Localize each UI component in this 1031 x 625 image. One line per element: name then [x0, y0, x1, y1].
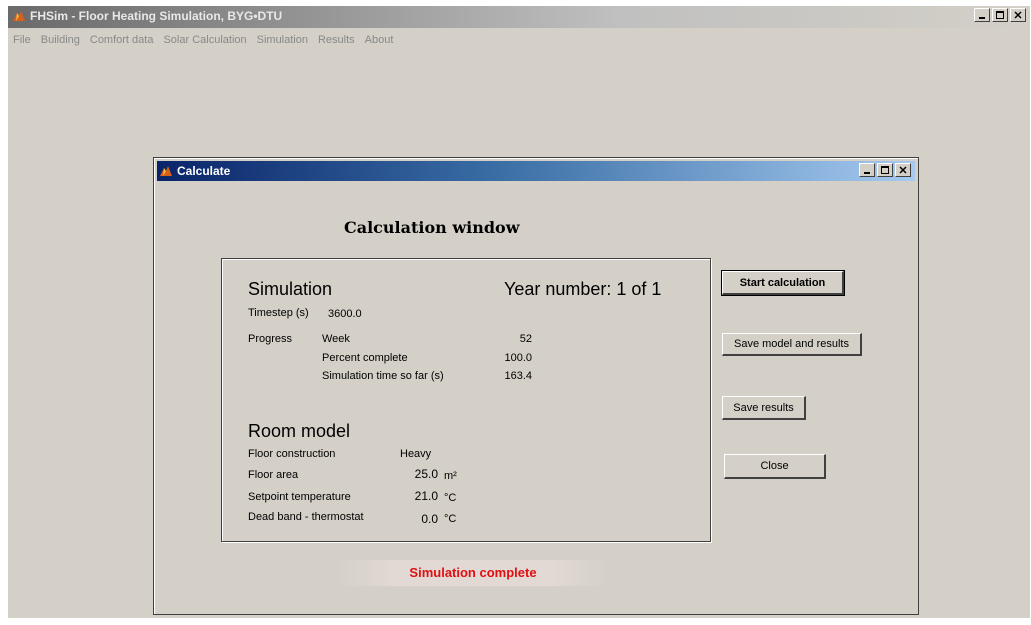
- menu-comfort-data[interactable]: Comfort data: [85, 31, 159, 49]
- save-model-and-results-button[interactable]: Save model and results: [722, 333, 862, 356]
- timestep-label: Timestep (s): [248, 307, 309, 319]
- close-icon[interactable]: [1010, 8, 1026, 22]
- percent-complete-label: Percent complete: [322, 352, 408, 364]
- percent-complete-value: 100.0: [504, 352, 532, 364]
- menu-building[interactable]: Building: [36, 31, 85, 49]
- year-number-label: Year number: 1 of 1: [504, 279, 662, 299]
- menu-solar-calculation[interactable]: Solar Calculation: [158, 31, 251, 49]
- main-window-controls: [974, 8, 1026, 22]
- setpoint-temperature-unit: °C: [444, 492, 457, 504]
- menu-bar: File Building Comfort data Solar Calcula…: [8, 31, 398, 49]
- floor-area-value: 25.0: [414, 467, 438, 481]
- calculate-dialog: Calculate Calculation window Simulation …: [153, 157, 919, 615]
- dead-band-unit: °C: [444, 513, 457, 525]
- floor-construction-label: Floor construction: [248, 448, 336, 460]
- simulation-time-label: Simulation time so far (s): [322, 370, 444, 382]
- simulation-section-title: Simulation: [248, 279, 333, 299]
- floor-area-unit: m²: [444, 470, 457, 482]
- floor-area-label: Floor area: [248, 469, 299, 481]
- floor-construction-value: Heavy: [400, 448, 432, 460]
- menu-simulation[interactable]: Simulation: [252, 31, 313, 49]
- minimize-icon[interactable]: [859, 163, 875, 177]
- main-title-bar[interactable]: FHSim - Floor Heating Simulation, BYG•DT…: [8, 6, 1030, 28]
- minimize-icon[interactable]: [974, 8, 990, 22]
- room-model-section-title: Room model: [248, 421, 351, 441]
- timestep-value: 3600.0: [328, 308, 362, 320]
- close-button[interactable]: Close: [724, 454, 826, 479]
- status-message: Simulation complete: [338, 560, 608, 586]
- maximize-icon[interactable]: [877, 163, 893, 177]
- dead-band-value: 0.0: [421, 512, 438, 526]
- maximize-icon[interactable]: [992, 8, 1008, 22]
- menu-about[interactable]: About: [360, 31, 399, 49]
- dead-band-label: Dead band - thermostat: [248, 511, 364, 523]
- matlab-logo-icon: [159, 164, 173, 178]
- menu-file[interactable]: File: [8, 31, 36, 49]
- dialog-title-bar[interactable]: Calculate: [157, 161, 915, 181]
- matlab-logo-icon: [12, 9, 26, 23]
- menu-results[interactable]: Results: [313, 31, 360, 49]
- calculation-window-heading: Calculation window: [344, 218, 520, 237]
- save-results-button[interactable]: Save results: [722, 396, 806, 420]
- week-value: 52: [519, 333, 532, 345]
- dialog-window-controls: [859, 163, 911, 177]
- dialog-title: Calculate: [177, 164, 231, 178]
- info-panel: Simulation Year number: 1 of 1 Timestep …: [221, 258, 711, 542]
- week-label: Week: [322, 333, 350, 345]
- setpoint-temperature-value: 21.0: [414, 489, 438, 503]
- main-window-title: FHSim - Floor Heating Simulation, BYG•DT…: [30, 9, 283, 23]
- progress-label: Progress: [248, 333, 293, 345]
- simulation-time-value: 163.4: [504, 370, 532, 382]
- setpoint-temperature-label: Setpoint temperature: [248, 491, 351, 503]
- close-icon[interactable]: [895, 163, 911, 177]
- start-calculation-button[interactable]: Start calculation: [721, 270, 845, 296]
